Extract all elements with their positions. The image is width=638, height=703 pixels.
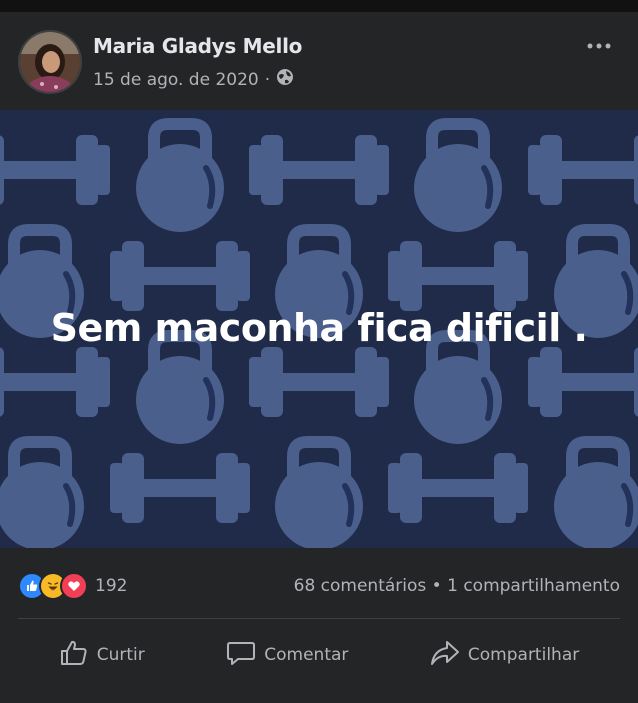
post-date[interactable]: 15 de ago. de 2020 [93, 70, 259, 90]
post-card: Maria Gladys Mello 15 de ago. de 2020 · [0, 12, 638, 703]
author-name[interactable]: Maria Gladys Mello [93, 34, 302, 58]
top-bar [0, 0, 638, 12]
share-button[interactable]: Compartilhar [416, 631, 593, 680]
comment-button[interactable]: Comentar [212, 631, 362, 680]
share-label: Compartilhar [467, 645, 580, 665]
like-button[interactable]: Curtir [45, 631, 159, 680]
post-background: Sem maconha fica dificil . [0, 110, 638, 548]
avatar-image [20, 32, 80, 92]
comment-icon [226, 639, 256, 672]
action-bar: Curtir Comentar Compartilhar [18, 628, 620, 682]
love-icon [60, 572, 88, 600]
share-icon [430, 639, 460, 672]
globe-icon [276, 68, 294, 91]
comment-label: Comentar [264, 645, 349, 665]
post-text: Sem maconha fica dificil . [50, 306, 588, 350]
stats-separator: • [431, 576, 442, 596]
thumbs-up-icon [59, 639, 89, 672]
reaction-count: 192 [95, 576, 128, 596]
engagement-counts: 68 comentários • 1 compartilhamento [294, 576, 620, 596]
post-stats: 192 68 comentários • 1 compartilhamento [18, 572, 620, 600]
meta-separator: · [264, 69, 271, 90]
reactions-summary[interactable]: 192 [18, 572, 127, 600]
like-label: Curtir [96, 645, 145, 665]
shares-count[interactable]: 1 compartilhamento [447, 576, 620, 596]
avatar[interactable] [18, 30, 82, 94]
comments-count[interactable]: 68 comentários [294, 576, 427, 596]
post-meta: 15 de ago. de 2020 · [93, 68, 294, 91]
divider [18, 618, 620, 619]
more-options-icon[interactable] [584, 38, 614, 54]
post-header: Maria Gladys Mello 15 de ago. de 2020 · [18, 30, 620, 96]
